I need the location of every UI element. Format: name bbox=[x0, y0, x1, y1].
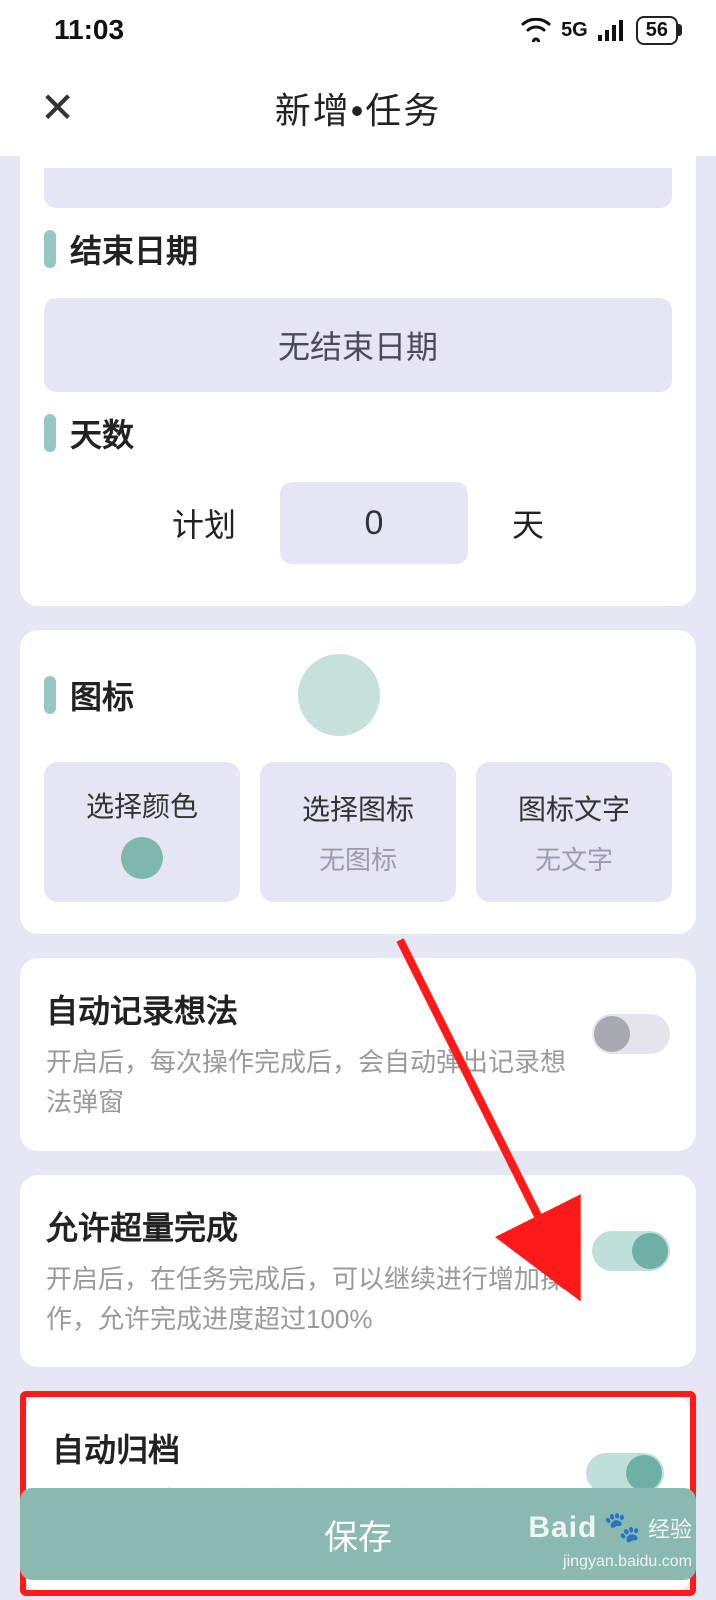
icon-text-title: 图标文字 bbox=[518, 788, 630, 828]
status-time: 11:03 bbox=[54, 14, 124, 46]
over-complete-desc: 开启后，在任务完成后，可以继续进行增加操作，允许完成进度超过100% bbox=[46, 1259, 574, 1340]
over-complete-title: 允许超量完成 bbox=[46, 1203, 574, 1249]
save-label: 保存 bbox=[324, 1510, 392, 1559]
icon-card: 图标 选择颜色 选择图标 无图标 图标文字 无文字 bbox=[20, 630, 696, 934]
icon-text-option[interactable]: 图标文字 无文字 bbox=[476, 762, 672, 902]
wifi-icon bbox=[521, 18, 551, 42]
days-value: 0 bbox=[365, 504, 384, 543]
days-prefix: 计划 bbox=[172, 500, 236, 546]
auto-note-card: 自动记录想法 开启后，每次操作完成后，会自动弹出记录想法弹窗 bbox=[20, 958, 696, 1151]
auto-note-desc: 开启后，每次操作完成后，会自动弹出记录想法弹窗 bbox=[46, 1042, 574, 1123]
status-bar: 11:03 5G 56 bbox=[0, 0, 716, 60]
schedule-card: 结束日期 无结束日期 天数 计划 0 天 bbox=[20, 156, 696, 606]
over-complete-text: 允许超量完成 开启后，在任务完成后，可以继续进行增加操作，允许完成进度超过100… bbox=[46, 1203, 574, 1340]
days-label: 天数 bbox=[70, 410, 134, 456]
choose-glyph-option[interactable]: 选择图标 无图标 bbox=[260, 762, 456, 902]
signal-icon bbox=[598, 19, 626, 41]
days-input[interactable]: 0 bbox=[280, 482, 468, 564]
close-button[interactable]: ✕ bbox=[40, 87, 75, 129]
choose-glyph-sub: 无图标 bbox=[319, 840, 397, 877]
accent-bar bbox=[44, 414, 56, 452]
battery-indicator: 56 bbox=[636, 16, 678, 45]
icon-label: 图标 bbox=[70, 672, 134, 718]
page-header: ✕ 新增•任务 bbox=[0, 60, 716, 156]
over-complete-toggle[interactable] bbox=[592, 1231, 670, 1271]
auto-archive-title: 自动归档 bbox=[52, 1425, 568, 1471]
network-label: 5G bbox=[561, 19, 588, 42]
choose-glyph-title: 选择图标 bbox=[302, 788, 414, 828]
icon-text-sub: 无文字 bbox=[535, 840, 613, 877]
save-button[interactable]: 保存 bbox=[20, 1488, 696, 1580]
auto-note-toggle[interactable] bbox=[592, 1014, 670, 1054]
end-date-header: 结束日期 bbox=[44, 226, 672, 272]
end-date-field[interactable]: 无结束日期 bbox=[44, 298, 672, 392]
icon-options-row: 选择颜色 选择图标 无图标 图标文字 无文字 bbox=[44, 762, 672, 902]
days-suffix: 天 bbox=[512, 500, 544, 546]
status-right: 5G 56 bbox=[521, 16, 678, 45]
color-swatch bbox=[121, 837, 163, 879]
close-icon: ✕ bbox=[40, 84, 75, 131]
accent-bar bbox=[44, 230, 56, 268]
accent-bar bbox=[44, 676, 56, 714]
choose-color-option[interactable]: 选择颜色 bbox=[44, 762, 240, 902]
prev-field-tail bbox=[44, 168, 672, 208]
auto-note-title: 自动记录想法 bbox=[46, 986, 574, 1032]
end-date-label: 结束日期 bbox=[70, 226, 198, 272]
days-header: 天数 bbox=[44, 410, 672, 456]
icon-preview-circle bbox=[298, 654, 380, 736]
end-date-value: 无结束日期 bbox=[278, 322, 438, 368]
icon-header: 图标 bbox=[44, 654, 672, 736]
auto-note-text: 自动记录想法 开启后，每次操作完成后，会自动弹出记录想法弹窗 bbox=[46, 986, 574, 1123]
over-complete-card: 允许超量完成 开启后，在任务完成后，可以继续进行增加操作，允许完成进度超过100… bbox=[20, 1175, 696, 1368]
choose-color-title: 选择颜色 bbox=[86, 785, 198, 825]
page-title: 新增•任务 bbox=[275, 82, 442, 134]
days-row: 计划 0 天 bbox=[44, 482, 672, 564]
